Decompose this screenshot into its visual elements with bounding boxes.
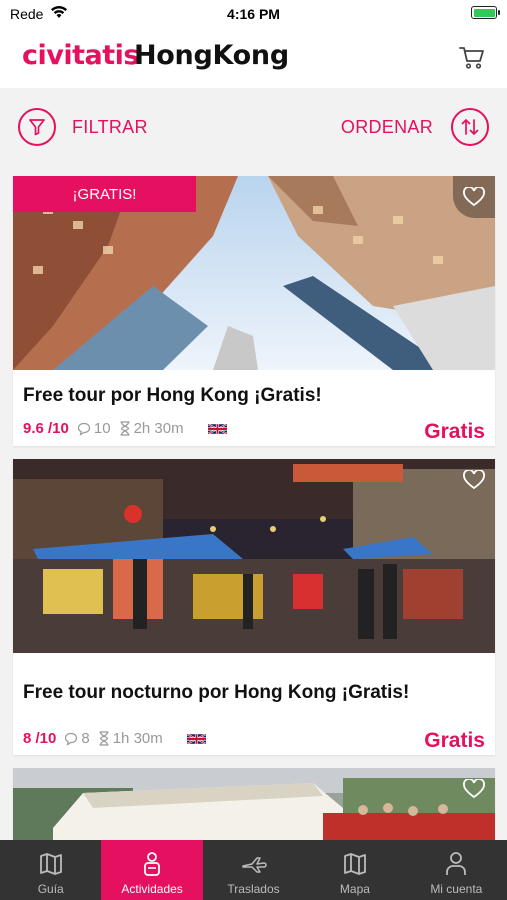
plane-icon [241, 857, 267, 873]
rating: 8 /10 [23, 730, 57, 747]
favorite-button[interactable] [453, 176, 495, 218]
hourglass-icon [120, 421, 130, 436]
uk-flag-icon [186, 732, 206, 745]
heart-icon [463, 779, 485, 799]
activity-title[interactable]: Free tour por Hong Kong ¡Gratis! [23, 385, 322, 407]
wifi-icon [51, 6, 67, 18]
status-time: 4:16 PM [227, 6, 280, 22]
sort-label: ORDENAR [340, 116, 433, 137]
sort-button[interactable]: ORDENAR [341, 108, 489, 146]
tab-label: Mapa [339, 882, 370, 896]
favorite-button[interactable] [453, 768, 495, 810]
tab-guia[interactable]: Guía [0, 840, 101, 900]
tab-label: Traslados [227, 882, 280, 896]
tab-actividades[interactable]: Actividades [101, 840, 203, 900]
tab-label: Actividades [121, 882, 183, 896]
activity-card[interactable] [13, 768, 495, 840]
activity-meta: 9.6 /10 10 2h 30m [23, 420, 227, 437]
comment-icon [77, 422, 90, 436]
tab-label: Guía [37, 882, 64, 896]
activity-meta: 8 /10 8 1h 30m [23, 730, 206, 747]
activities-icon [144, 852, 161, 876]
hourglass-icon [99, 731, 109, 746]
activity-card[interactable]: ¡GRATIS! Free tour por Hong Kong ¡Gratis… [13, 176, 495, 446]
filter-icon [18, 108, 56, 146]
filter-label: FILTRAR [72, 116, 148, 137]
price: Gratis [424, 729, 485, 752]
heart-icon [463, 470, 485, 490]
app-header: civitatis HongKong [0, 28, 507, 88]
comment-icon [65, 732, 78, 746]
activity-image [13, 459, 495, 653]
brand-logo[interactable]: civitatis [22, 40, 139, 71]
map-icon [344, 853, 366, 875]
uk-flag-icon [207, 422, 227, 435]
tab-traslados[interactable]: Traslados [203, 840, 304, 900]
cart-icon[interactable] [457, 42, 487, 72]
city-title: HongKong [134, 40, 289, 71]
activity-title[interactable]: Free tour nocturno por Hong Kong ¡Gratis… [23, 682, 409, 704]
tab-label: Mi cuenta [430, 882, 483, 896]
tab-mapa[interactable]: Mapa [304, 840, 405, 900]
activity-card[interactable]: Free tour nocturno por Hong Kong ¡Gratis… [13, 459, 495, 755]
free-badge: ¡GRATIS! [13, 176, 196, 212]
review-count: 8 [81, 730, 90, 747]
tab-mi-cuenta[interactable]: Mi cuenta [406, 840, 507, 900]
battery-icon [471, 6, 500, 19]
filter-bar: FILTRAR ORDENAR [0, 88, 507, 168]
bottom-tab-bar: Guía Actividades Traslados Mapa Mi cuent… [0, 840, 507, 900]
duration: 2h 30m [133, 420, 184, 437]
activity-image: ¡GRATIS! [13, 176, 495, 370]
filter-button[interactable]: FILTRAR [18, 108, 148, 146]
price: Gratis [424, 420, 485, 443]
heart-icon [463, 187, 485, 207]
map-guide-icon [39, 853, 62, 875]
status-bar: Rede 4:16 PM [0, 0, 507, 28]
user-icon [446, 852, 467, 875]
carrier-label: Rede [10, 6, 44, 22]
activity-image [13, 768, 495, 840]
duration: 1h 30m [112, 730, 163, 747]
favorite-button[interactable] [453, 459, 495, 501]
rating: 9.6 /10 [23, 420, 69, 437]
sort-icon [451, 108, 489, 146]
review-count: 10 [93, 420, 111, 437]
